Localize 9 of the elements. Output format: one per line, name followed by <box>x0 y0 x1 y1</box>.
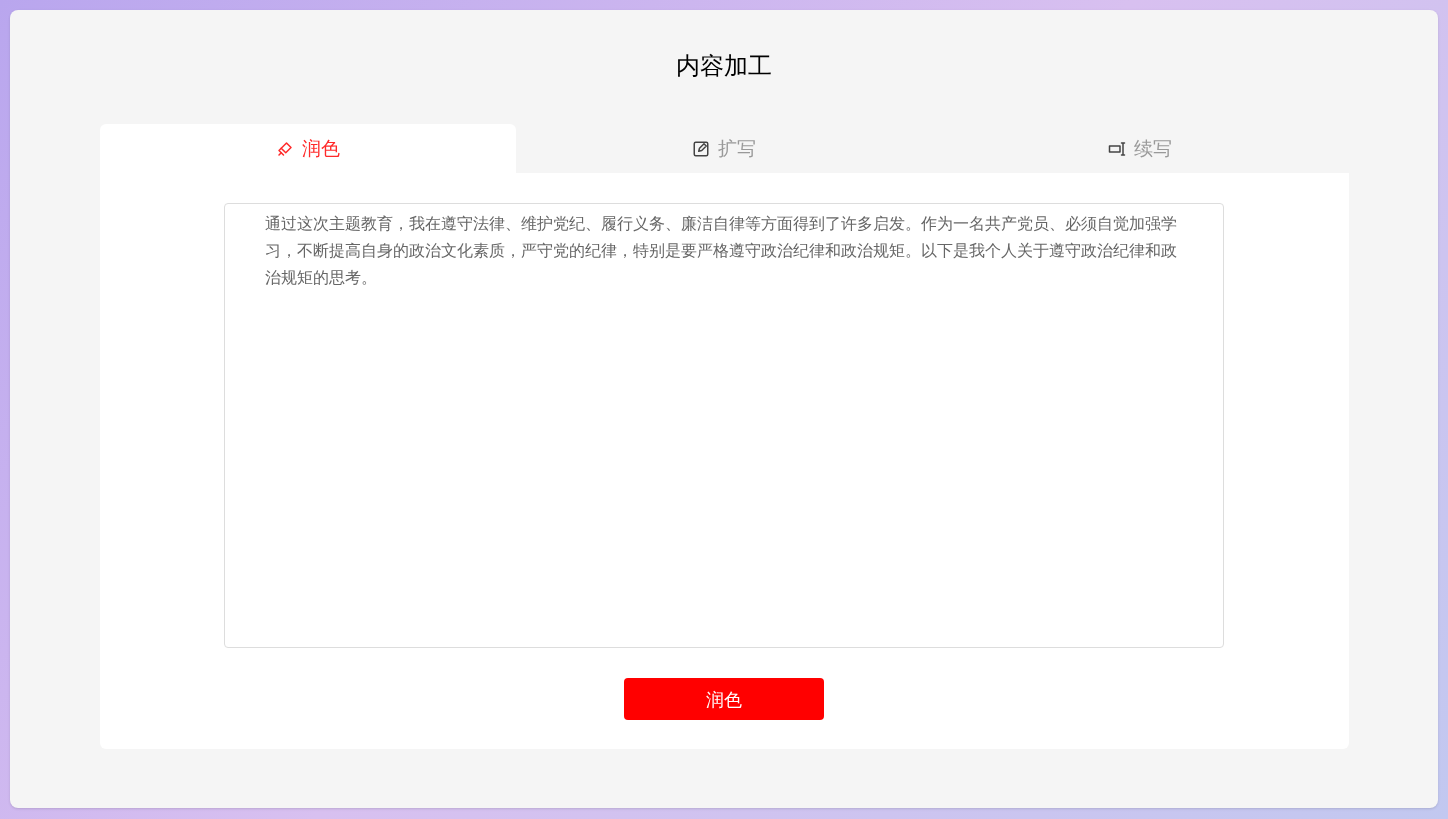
tab[interactable]: 扩写 <box>515 124 933 173</box>
tab[interactable]: 续写 <box>932 124 1349 173</box>
polish-button[interactable]: 润色 <box>624 678 824 720</box>
page-title: 内容加工 <box>676 51 772 82</box>
edit-icon <box>692 139 710 158</box>
tab[interactable]: 润色 <box>99 124 516 173</box>
brush-icon <box>275 139 294 158</box>
text-area[interactable]: 通过这次主题教育，我在遵守法律、维护党纪、履行义务、廉洁自律等方面得到了许多启发。作为一名共产党员、必须自觉加强学习，不断提高自身的政治文化素质，严守党的纪律，特别是要严格遵守政治纪律和政治规矩。以下是我个人关于遵守政治纪律和政治规矩的思考。 <box>224 203 1224 648</box>
text-cursor-icon <box>1108 139 1127 158</box>
